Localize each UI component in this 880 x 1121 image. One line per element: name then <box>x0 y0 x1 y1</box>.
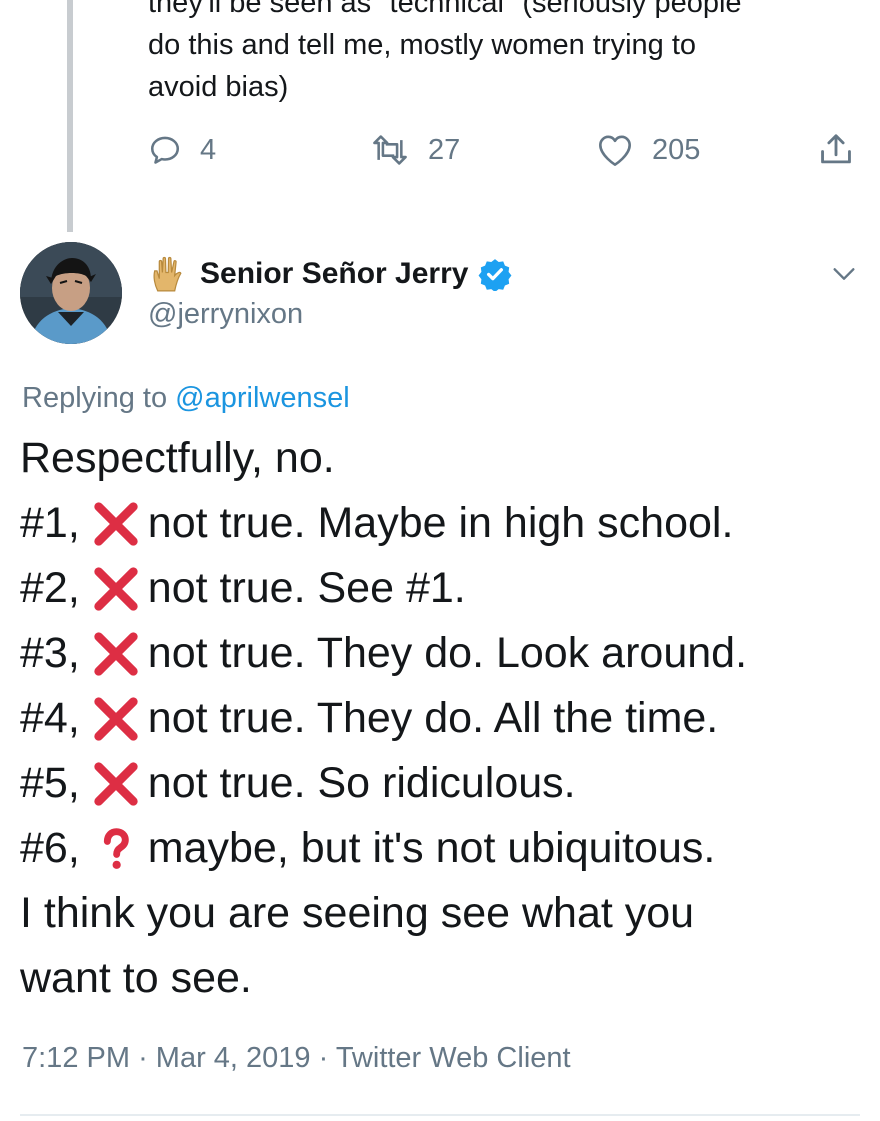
point-number: #2, <box>20 564 80 612</box>
point-number: #6, <box>20 824 80 872</box>
share-button[interactable] <box>816 128 856 172</box>
tweet-body: Respectfully, no. #1, not true. Maybe in… <box>20 426 870 1011</box>
replying-to: Replying to @aprilwensel <box>22 382 350 415</box>
cross-mark-icon <box>94 696 138 741</box>
cross-mark-icon <box>94 761 138 806</box>
point-line: #6, maybe, but it's not ubiquitous. <box>20 816 870 881</box>
point-line: #5, not true. So ridiculous. <box>20 751 870 816</box>
point-text: not true. They do. All the time. <box>147 694 719 742</box>
avatar[interactable] <box>20 242 122 344</box>
previous-tweet-line: do this and tell me, mostly women trying… <box>148 29 697 61</box>
replying-mention[interactable]: @aprilwensel <box>175 382 350 414</box>
author-display-name: Senior Señor Jerry <box>200 257 469 290</box>
point-number: #3, <box>20 629 80 677</box>
reply-icon <box>150 136 180 164</box>
retweet-button[interactable]: 27 <box>370 128 460 172</box>
vulcan-hand-icon <box>153 256 182 292</box>
verified-badge-icon <box>479 259 512 291</box>
tweet-date[interactable]: Mar 4, 2019 <box>156 1042 311 1074</box>
thread-line <box>67 0 73 232</box>
previous-tweet-text: they'll be seen as "technical" (seriousl… <box>148 0 868 108</box>
point-number: #5, <box>20 759 80 807</box>
point-text: not true. So ridiculous. <box>147 759 576 807</box>
tweet-closing-line: I think you are seeing see what you <box>20 889 695 937</box>
point-text: not true. See #1. <box>147 564 466 612</box>
divider <box>20 1114 860 1116</box>
retweet-icon <box>373 135 407 165</box>
author-handle[interactable]: @jerrynixon <box>148 298 303 331</box>
cross-mark-icon <box>94 501 138 546</box>
share-icon <box>821 134 851 164</box>
point-number: #4, <box>20 694 80 742</box>
reply-count: 4 <box>200 133 217 166</box>
cross-mark-icon <box>94 566 138 611</box>
tweet-intro: Respectfully, no. <box>20 434 335 482</box>
previous-tweet-actions: 4 27 205 <box>148 128 860 172</box>
cross-mark-icon <box>94 631 138 676</box>
point-line: #2, not true. See #1. <box>20 556 870 621</box>
author-name[interactable]: Senior Señor Jerry <box>148 250 512 298</box>
like-icon <box>599 135 631 166</box>
point-text: not true. They do. Look around. <box>147 629 748 677</box>
retweet-count: 27 <box>428 133 461 166</box>
tweet-time[interactable]: 7:12 PM <box>22 1042 130 1074</box>
point-text: maybe, but it's not ubiquitous. <box>147 824 716 872</box>
meta-separator: · <box>318 1042 336 1074</box>
previous-tweet-line: they'll be seen as "technical" (seriousl… <box>148 0 742 19</box>
tweet-source[interactable]: Twitter Web Client <box>336 1042 571 1074</box>
question-mark-icon <box>103 827 129 869</box>
like-count: 205 <box>652 133 701 166</box>
chevron-down-icon[interactable] <box>828 258 860 290</box>
tweet-closing-line: want to see. <box>20 954 252 1002</box>
previous-tweet-line: avoid bias) <box>148 71 289 103</box>
like-button[interactable]: 205 <box>596 128 700 172</box>
avatar-image <box>20 242 122 344</box>
point-number: #1, <box>20 499 80 547</box>
reply-button[interactable]: 4 <box>148 128 216 172</box>
meta-separator: · <box>138 1042 156 1074</box>
replying-prefix: Replying to <box>22 382 168 414</box>
point-line: #4, not true. They do. All the time. <box>20 686 870 751</box>
point-text: not true. Maybe in high school. <box>147 499 734 547</box>
point-line: #3, not true. They do. Look around. <box>20 621 870 686</box>
point-line: #1, not true. Maybe in high school. <box>20 491 870 556</box>
tweet-meta: 7:12 PM · Mar 4, 2019 · Twitter Web Clie… <box>22 1042 571 1075</box>
